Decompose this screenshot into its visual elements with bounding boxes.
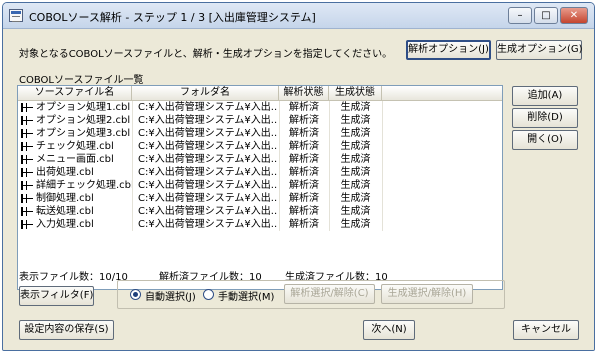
analysis-status-cell: 解析済: [289, 206, 319, 217]
analysis-select-toggle-button[interactable]: 解析選択/解除(C): [284, 284, 375, 304]
cobol-file-icon: [21, 103, 33, 112]
displayed-file-count: 表示ファイル数：10/10: [19, 272, 128, 283]
save-settings-button[interactable]: 設定内容の保存(S): [19, 320, 114, 340]
folder-name-cell: C:¥入出荷管理システム¥入出...: [138, 115, 278, 126]
source-file-name-cell: オプション処理2.cbl: [36, 115, 131, 126]
table-row[interactable]: オプション処理3.cbl C:¥入出荷管理システム¥入出... 解析済 生成済: [18, 127, 502, 140]
close-icon[interactable]: ✕: [560, 7, 588, 24]
next-button[interactable]: 次へ(N): [363, 320, 415, 340]
analysis-status-cell: 解析済: [289, 141, 319, 152]
display-filter-button[interactable]: 表示フィルタ(F): [19, 286, 94, 306]
table-row[interactable]: オプション処理1.cbl C:¥入出荷管理システム¥入出... 解析済 生成済: [18, 101, 502, 114]
file-list-title: COBOLソースファイル一覧: [19, 75, 144, 86]
window-title: COBOLソース解析 - ステップ 1 / 3 [入出庫管理システム]: [29, 11, 316, 24]
generate-status-cell: 生成済: [340, 128, 371, 139]
folder-name-cell: C:¥入出荷管理システム¥入出...: [138, 193, 278, 204]
folder-name-cell: C:¥入出荷管理システム¥入出...: [138, 219, 278, 230]
table-row[interactable]: 詳細チェック処理.cbl C:¥入出荷管理システム¥入出... 解析済 生成済: [18, 179, 502, 192]
source-file-name-cell: 出荷処理.cbl: [36, 167, 94, 178]
source-file-name-cell: メニュー画面.cbl: [36, 154, 114, 165]
analysis-status-cell: 解析済: [289, 128, 319, 139]
source-file-name-cell: チェック処理.cbl: [36, 141, 114, 152]
folder-name-cell: C:¥入出荷管理システム¥入出...: [138, 167, 278, 178]
generate-options-button[interactable]: 生成オプション(G): [496, 40, 583, 60]
table-row[interactable]: オプション処理2.cbl C:¥入出荷管理システム¥入出... 解析済 生成済: [18, 114, 502, 127]
generate-status-cell: 生成済: [340, 219, 371, 230]
wizard-window: COBOLソース解析 - ステップ 1 / 3 [入出庫管理システム] – □ …: [2, 2, 595, 351]
analysis-status-cell: 解析済: [289, 219, 319, 230]
table-row[interactable]: 出荷処理.cbl C:¥入出荷管理システム¥入出... 解析済 生成済: [18, 166, 502, 179]
source-file-name-cell: 詳細チェック処理.cbl: [36, 180, 132, 191]
generate-select-toggle-button[interactable]: 生成選択/解除(H): [381, 284, 473, 304]
auto-select-label[interactable]: 自動選択(J): [145, 288, 196, 303]
cobol-file-icon: [21, 220, 33, 229]
manual-select-radio[interactable]: [203, 289, 214, 300]
source-file-name-cell: オプション処理3.cbl: [36, 128, 131, 139]
minimize-icon[interactable]: –: [508, 7, 532, 24]
cancel-button[interactable]: キャンセル: [513, 320, 579, 340]
cobol-file-icon: [21, 142, 33, 151]
table-row[interactable]: メニュー画面.cbl C:¥入出荷管理システム¥入出... 解析済 生成済: [18, 153, 502, 166]
cobol-file-icon: [21, 181, 33, 190]
source-file-name-cell: 制御処理.cbl: [36, 193, 94, 204]
auto-select-radio[interactable]: [130, 289, 141, 300]
folder-name-cell: C:¥入出荷管理システム¥入出...: [138, 154, 278, 165]
generate-status-cell: 生成済: [340, 193, 371, 204]
generate-status-cell: 生成済: [340, 206, 371, 217]
app-icon: [9, 9, 23, 22]
folder-name-cell: C:¥入出荷管理システム¥入出...: [138, 141, 278, 152]
manual-select-label[interactable]: 手動選択(M): [218, 288, 274, 303]
cobol-file-icon: [21, 155, 33, 164]
source-file-name-cell: 転送処理.cbl: [36, 206, 94, 217]
table-row[interactable]: チェック処理.cbl C:¥入出荷管理システム¥入出... 解析済 生成済: [18, 140, 502, 153]
title-bar: COBOLソース解析 - ステップ 1 / 3 [入出庫管理システム] – □ …: [3, 3, 594, 29]
generate-status-cell: 生成済: [340, 115, 371, 126]
analysis-status-cell: 解析済: [289, 154, 319, 165]
file-list[interactable]: ソースファイル名 フォルダ名 解析状態 生成状態 オプション処理1.cbl C:¥…: [17, 85, 503, 290]
source-file-name-cell: オプション処理1.cbl: [36, 102, 131, 113]
analysis-options-button[interactable]: 解析オプション(J): [406, 40, 491, 60]
column-header-analysis-status[interactable]: 解析状態: [279, 86, 329, 101]
analysis-status-cell: 解析済: [289, 193, 319, 204]
open-button[interactable]: 開く(O): [512, 130, 578, 150]
cobol-file-icon: [21, 207, 33, 216]
folder-name-cell: C:¥入出荷管理システム¥入出...: [138, 206, 278, 217]
source-file-name-cell: 入力処理.cbl: [36, 219, 94, 230]
generate-status-cell: 生成済: [340, 180, 371, 191]
table-row[interactable]: 転送処理.cbl C:¥入出荷管理システム¥入出... 解析済 生成済: [18, 205, 502, 218]
file-list-header: ソースファイル名 フォルダ名 解析状態 生成状態: [18, 86, 502, 101]
column-header-source-file[interactable]: ソースファイル名: [18, 86, 132, 101]
column-header-generate-status[interactable]: 生成状態: [329, 86, 382, 101]
dialog-body: 対象となるCOBOLソースファイルと、解析・生成オプションを指定してください。 …: [3, 30, 594, 350]
selection-group: 自動選択(J) 手動選択(M) 解析選択/解除(C) 生成選択/解除(H): [117, 280, 505, 309]
column-header-folder[interactable]: フォルダ名: [132, 86, 279, 101]
cobol-file-icon: [21, 116, 33, 125]
maximize-icon[interactable]: □: [534, 7, 558, 24]
table-row[interactable]: 入力処理.cbl C:¥入出荷管理システム¥入出... 解析済 生成済: [18, 218, 502, 231]
generate-status-cell: 生成済: [340, 141, 371, 152]
folder-name-cell: C:¥入出荷管理システム¥入出...: [138, 180, 278, 191]
generate-status-cell: 生成済: [340, 167, 371, 178]
add-button[interactable]: 追加(A): [512, 86, 578, 106]
table-row[interactable]: 制御処理.cbl C:¥入出荷管理システム¥入出... 解析済 生成済: [18, 192, 502, 205]
cobol-file-icon: [21, 168, 33, 177]
instruction-text: 対象となるCOBOLソースファイルと、解析・生成オプションを指定してください。: [19, 49, 393, 60]
analysis-status-cell: 解析済: [289, 102, 319, 113]
analysis-status-cell: 解析済: [289, 167, 319, 178]
analysis-status-cell: 解析済: [289, 180, 319, 191]
generate-status-cell: 生成済: [340, 154, 371, 165]
cobol-file-icon: [21, 194, 33, 203]
analysis-status-cell: 解析済: [289, 115, 319, 126]
delete-button[interactable]: 削除(D): [512, 108, 578, 128]
cobol-file-icon: [21, 129, 33, 138]
folder-name-cell: C:¥入出荷管理システム¥入出...: [138, 128, 278, 139]
generate-status-cell: 生成済: [340, 102, 371, 113]
folder-name-cell: C:¥入出荷管理システム¥入出...: [138, 102, 278, 113]
